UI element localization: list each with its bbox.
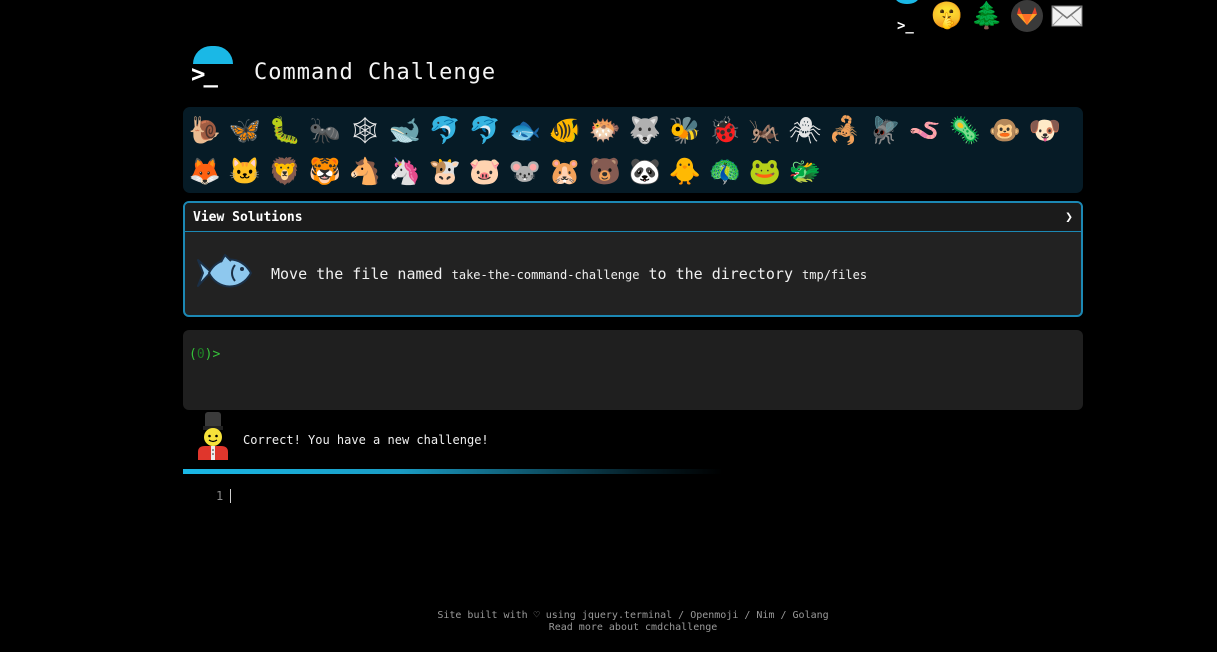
challenge-creature-37[interactable]: 🐲 (785, 152, 825, 192)
challenge-creature-21[interactable]: 🐶 (1025, 111, 1065, 151)
challenge-creature-30[interactable]: 🐭 (505, 152, 545, 192)
challenge-creature-1[interactable]: 🦋 (225, 111, 265, 151)
challenge-creature-14[interactable]: 🦗 (745, 111, 785, 151)
prompt-close: )> (204, 347, 221, 362)
challenge-creature-grid: 🐌 🦋 🐛 🐜 🕸 🐋 🐬 🐬 🐟 🐠 🐡 🐺 🐝 🐞 🦗 🕷 🦂 🪰 🪱 🦠 🐵 🐶 🦊 🐱 🦁 🐯 🐴 🦄 🐮 🐷 🐭 🐹 🐻 🐼 🐥 🦚 🐸 🐲 (183, 107, 1083, 193)
terminal[interactable]: (0)> (183, 330, 1083, 410)
challenge-creature-36[interactable]: 🐸 (745, 152, 785, 192)
footer-credits: Site built with ♡ using jquery.terminal … (437, 610, 829, 621)
challenge-creature-31[interactable]: 🐹 (545, 152, 585, 192)
status-message: Correct! You have a new challenge! (243, 433, 489, 447)
challenge-creature-2[interactable]: 🐛 (265, 111, 305, 151)
challenge-creature-7[interactable]: 🐬 (465, 111, 505, 151)
topbar: >_ 🤫 🌲 (891, 0, 1083, 34)
challenge-creature-0[interactable]: 🐌 (185, 111, 225, 151)
guard-avatar (198, 412, 228, 460)
challenge-creature-33[interactable]: 🐼 (625, 152, 665, 192)
footer-read-more-link[interactable]: Read more about cmdchallenge (0, 622, 1217, 634)
task-text-before: Move the file named (271, 265, 452, 283)
prompt-number: 0 (196, 347, 205, 362)
text-cursor (230, 489, 231, 503)
challenge-creature-3[interactable]: 🐜 (305, 111, 345, 151)
challenge-creature-26[interactable]: 🐴 (345, 152, 385, 192)
challenge-creature-17[interactable]: 🪰 (865, 111, 905, 151)
terminal-prompt: (0)> (189, 347, 220, 362)
shushing-face-icon[interactable]: 🤫 (931, 0, 963, 32)
tree-icon[interactable]: 🌲 (971, 0, 1003, 32)
challenge-creature-28[interactable]: 🐮 (425, 152, 465, 192)
task-directory: tmp/files (802, 268, 868, 282)
challenge-description: Move the file named take-the-command-cha… (271, 265, 867, 283)
mail-icon[interactable] (1051, 0, 1083, 32)
progress-bar (183, 469, 723, 474)
challenge-creature-34[interactable]: 🐥 (665, 152, 705, 192)
challenge-creature-12[interactable]: 🐝 (665, 111, 705, 151)
challenge-creature-13[interactable]: 🐞 (705, 111, 745, 151)
challenge-body: Move the file named take-the-command-cha… (185, 232, 1081, 316)
view-solutions-toggle[interactable]: View Solutions ❯ (185, 203, 1081, 232)
challenge-creature-4[interactable]: 🕸 (345, 111, 385, 151)
footer: Site built with ♡ using jquery.terminal … (0, 610, 1217, 634)
prompt-open: ( (189, 347, 197, 362)
task-filename: take-the-command-challenge (451, 268, 640, 282)
challenge-creature-35[interactable]: 🦚 (705, 152, 745, 192)
challenge-creature-8[interactable]: 🐟 (505, 111, 545, 151)
challenge-creature-32[interactable]: 🐻 (585, 152, 625, 192)
line-number: 1 (216, 489, 224, 503)
gitlab-icon[interactable] (1011, 0, 1043, 32)
challenge-creature-6[interactable]: 🐬 (425, 111, 465, 151)
challenge-creature-10[interactable]: 🐡 (585, 111, 625, 151)
challenge-panel: View Solutions ❯ Move the file named tak… (183, 201, 1083, 317)
challenge-creature-5[interactable]: 🐋 (385, 111, 425, 151)
challenge-creature-16[interactable]: 🦂 (825, 111, 865, 151)
challenge-creature-18[interactable]: 🪱 (905, 111, 945, 151)
challenge-creature-25[interactable]: 🐯 (305, 152, 345, 192)
challenge-creature-15[interactable]: 🕷 (785, 111, 825, 151)
task-text-middle: to the directory (639, 265, 803, 283)
view-solutions-label: View Solutions (193, 209, 303, 225)
challenge-creature-11[interactable]: 🐺 (625, 111, 665, 151)
challenge-creature-22[interactable]: 🦊 (185, 152, 225, 192)
challenge-creature-27[interactable]: 🦄 (385, 152, 425, 192)
challenge-creature-9[interactable]: 🐠 (545, 111, 585, 151)
logo: >_ (189, 46, 235, 90)
page: >_ 🤫 🌲 >_ Command Challenge 🐌🦋🐛� (0, 0, 1217, 652)
challenge-creature-24[interactable]: 🦁 (265, 152, 305, 192)
challenge-creature-23[interactable]: 🐱 (225, 152, 265, 192)
challenge-creature-19[interactable]: 🦠 (945, 111, 985, 151)
terminal-icon[interactable]: >_ (891, 0, 923, 34)
challenge-creature-20[interactable]: 🐵 (985, 111, 1025, 151)
page-title: Command Challenge (254, 60, 497, 85)
fish-icon (197, 254, 253, 288)
challenge-creature-29[interactable]: 🐷 (465, 152, 505, 192)
command-editor[interactable]: 1 (183, 486, 1083, 506)
chevron-right-icon: ❯ (1065, 209, 1073, 225)
